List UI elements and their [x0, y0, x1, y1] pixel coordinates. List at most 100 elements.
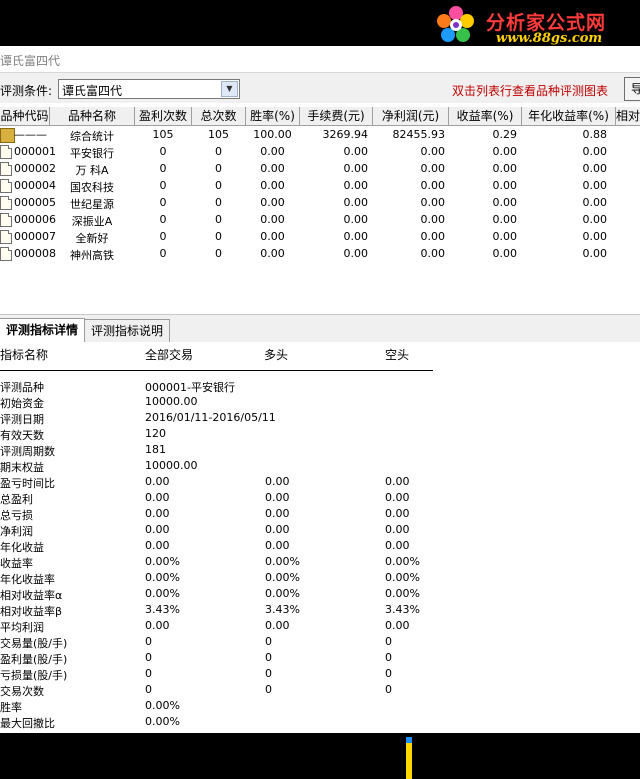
condition-select-value: 谭氏富四代 — [62, 84, 123, 98]
detail-cell-name: 亏损量(股/手) — [0, 669, 68, 682]
detail-row: 盈利量(股/手) 0 0 0 — [0, 651, 640, 667]
column-header-winrate[interactable]: 胜率(%) — [246, 107, 300, 125]
table-cell-ret: 0.00 — [492, 230, 518, 243]
table-row[interactable]: 000004 国农科技 0 0 0.00 0.00 0.00 0.00 0.00 — [0, 178, 640, 195]
detail-cell-short: 0.00 — [385, 523, 410, 536]
column-header-code[interactable]: 品种代码 — [0, 107, 50, 125]
table-cell-profit: 82455.93 — [392, 128, 446, 141]
detail-cell-short: 0.00 — [385, 619, 410, 632]
table-cell-win: 0 — [159, 230, 167, 243]
column-header-fee[interactable]: 手续费(元) — [300, 107, 373, 125]
detail-cell-name: 总亏损 — [0, 509, 33, 522]
table-cell-ret: 0.00 — [492, 162, 518, 175]
logo-url: www.88gs.com — [496, 31, 603, 46]
column-header-total[interactable]: 总次数 — [192, 107, 246, 125]
file-icon — [0, 213, 12, 227]
table-row[interactable]: 000005 世纪星源 0 0 0.00 0.00 0.00 0.00 0.00 — [0, 195, 640, 212]
table-cell-win: 0 — [159, 179, 167, 192]
table-cell-total: 0 — [215, 213, 222, 226]
condition-select[interactable]: 谭氏富四代 ▼ — [58, 79, 240, 99]
bottom-bar — [0, 733, 640, 779]
column-header-annual-return[interactable]: 年化收益率(%) — [522, 107, 616, 125]
column-header-return[interactable]: 收益率(%) — [449, 107, 522, 125]
column-header-relative[interactable]: 相对 — [616, 107, 640, 125]
detail-cell-name: 有效天数 — [0, 429, 44, 442]
export-button[interactable]: 导 — [624, 77, 640, 101]
table-cell-rate: 100.00 — [253, 128, 292, 141]
detail-cell-all: 0.00% — [145, 555, 180, 568]
table-cell-code: 000005 — [14, 196, 56, 209]
condition-bar: 评测条件: 谭氏富四代 ▼ 双击列表行查看品种评测图表 导 — [0, 73, 640, 103]
table-row[interactable]: 000008 神州高铁 0 0 0.00 0.00 0.00 0.00 0.00 — [0, 246, 640, 263]
detail-row: 胜率 0.00% — [0, 699, 640, 715]
table-cell-code: 000002 — [14, 162, 56, 175]
detail-row: 期末权益 10000.00 — [0, 459, 640, 475]
table-row[interactable]: 000002 万 科A 0 0 0.00 0.00 0.00 0.00 0.00 — [0, 161, 640, 178]
detail-cell-name: 盈亏时间比 — [0, 477, 55, 490]
table-cell-ret: 0.00 — [492, 179, 518, 192]
detail-header-all: 全部交易 — [145, 348, 194, 362]
detail-cell-name: 相对收益率α — [0, 589, 63, 602]
detail-cell-name: 平均利润 — [0, 621, 44, 634]
table-cell-fee: 0.00 — [343, 145, 369, 158]
table-cell-total: 0 — [215, 162, 222, 175]
table-cell-win: 0 — [159, 196, 167, 209]
table-cell-name: 世纪星源 — [70, 198, 114, 211]
detail-row: 相对收益率α 0.00% 0.00% 0.00% — [0, 587, 640, 603]
chevron-down-icon[interactable]: ▼ — [221, 81, 238, 97]
table-cell-rate: 0.00 — [260, 196, 285, 209]
table-cell-rate: 0.00 — [260, 145, 285, 158]
table-cell-ret: 0.00 — [492, 247, 518, 260]
tab-indicator-help[interactable]: 评测指标说明 — [84, 319, 171, 342]
table-cell-annual: 0.00 — [582, 247, 608, 260]
column-header-wins[interactable]: 盈利次数 — [135, 107, 192, 125]
table-cell-profit: 0.00 — [420, 213, 446, 226]
detail-cell-short: 0 — [385, 667, 392, 680]
detail-cell-short: 0.00% — [385, 555, 420, 568]
column-header-profit[interactable]: 净利润(元) — [373, 107, 449, 125]
table-row[interactable]: 000007 全新好 0 0 0.00 0.00 0.00 0.00 0.00 — [0, 229, 640, 246]
scroll-marker-cap — [406, 737, 412, 743]
detail-cell-long: 0.00% — [265, 587, 300, 600]
table-cell-annual: 0.00 — [582, 145, 608, 158]
site-logo: 分析家公式网 www.88gs.com — [434, 4, 634, 46]
table-cell-total: 0 — [215, 145, 222, 158]
detail-cell-long: 0 — [265, 635, 272, 648]
table-cell-code: ——— — [14, 128, 47, 141]
table-cell-ret: 0.00 — [492, 145, 518, 158]
table-cell-rate: 0.00 — [260, 179, 285, 192]
table-cell-rate: 0.00 — [260, 247, 285, 260]
detail-cell-name: 评测日期 — [0, 413, 44, 426]
detail-cell-name: 交易量(股/手) — [0, 637, 68, 650]
table-cell-win: 0 — [159, 145, 167, 158]
detail-row: 交易次数 0 0 0 — [0, 683, 640, 699]
detail-row: 盈亏时间比 0.00 0.00 0.00 — [0, 475, 640, 491]
column-header-name[interactable]: 品种名称 — [50, 107, 135, 125]
table-row[interactable]: 000006 深振业A 0 0 0.00 0.00 0.00 0.00 0.00 — [0, 212, 640, 229]
detail-cell-name: 期末权益 — [0, 461, 44, 474]
window-titlebar: 谭氏富四代 — [0, 46, 640, 73]
detail-cell-name: 净利润 — [0, 525, 33, 538]
evaluation-window: 谭氏富四代 评测条件: 谭氏富四代 ▼ 双击列表行查看品种评测图表 导 品种代码… — [0, 46, 640, 733]
table-cell-win: 0 — [159, 162, 167, 175]
table-cell-fee: 0.00 — [343, 196, 369, 209]
detail-row: 收益率 0.00% 0.00% 0.00% — [0, 555, 640, 571]
detail-cell-all: 0 — [145, 667, 152, 680]
tab-indicator-details[interactable]: 评测指标详情 — [0, 318, 86, 343]
detail-row: 相对收益率β 3.43% 3.43% 3.43% — [0, 603, 640, 619]
results-table[interactable]: 品种代码 品种名称 盈利次数 总次数 胜率(%) 手续费(元) 净利润(元) 收… — [0, 105, 640, 311]
table-cell-annual: 0.00 — [582, 162, 608, 175]
table-row[interactable]: ——— 综合统计 105 105 100.00 3269.94 82455.93 0.29 0.… — [0, 127, 640, 144]
detail-cell-all: 120 — [145, 427, 166, 440]
table-row[interactable]: 000001 平安银行 0 0 0.00 0.00 0.00 0.00 0.00 — [0, 144, 640, 161]
detail-cell-all: 0.00% — [145, 571, 180, 584]
detail-row: 年化收益率 0.00% 0.00% 0.00% — [0, 571, 640, 587]
detail-header: 指标名称 全部交易 多头 空头 — [0, 346, 640, 364]
detail-header-name: 指标名称 — [0, 348, 49, 362]
table-cell-annual: 0.00 — [582, 213, 608, 226]
detail-cell-all: 0.00 — [145, 539, 170, 552]
detail-cell-all: 0.00 — [145, 523, 170, 536]
table-cell-profit: 0.00 — [420, 179, 446, 192]
table-cell-code: 000007 — [14, 230, 56, 243]
table-cell-profit: 0.00 — [420, 247, 446, 260]
